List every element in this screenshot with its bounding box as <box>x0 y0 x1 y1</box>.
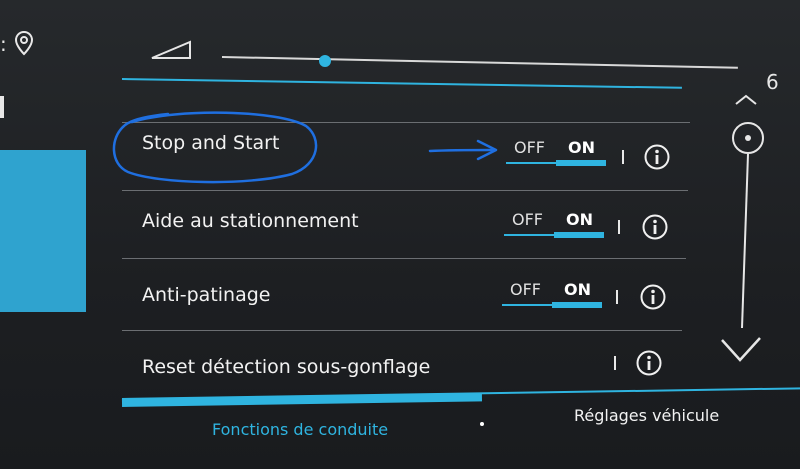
row-separator <box>122 258 686 259</box>
aide-au-stationnement-toggle[interactable]: OFF ON <box>504 210 608 240</box>
tab-reglages-vehicule[interactable]: Réglages véhicule <box>574 406 719 425</box>
row-divider-pipe <box>614 356 616 370</box>
row-divider-pipe <box>616 290 618 304</box>
reset-detection-sous-gonflage-label[interactable]: Reset détection sous-gonflage <box>142 356 430 378</box>
toggle-on-label[interactable]: ON <box>568 138 595 157</box>
anti-patinage-label: Anti-patinage <box>142 284 271 306</box>
volume-triangle-icon <box>151 40 191 59</box>
scrollbar[interactable] <box>716 92 776 392</box>
aide-au-stationnement-label: Aide au stationnement <box>142 210 359 232</box>
annotation-arrow-icon <box>428 139 498 161</box>
left-indicator-bar <box>0 96 4 118</box>
left-side-panel[interactable] <box>0 150 86 312</box>
volume-slider-knob[interactable] <box>319 55 332 67</box>
toggle-on-label[interactable]: ON <box>566 210 593 229</box>
toggle-fill <box>556 160 606 166</box>
toggle-off-label[interactable]: OFF <box>510 280 541 299</box>
toggle-fill <box>554 232 604 238</box>
annotation-circle <box>112 111 318 184</box>
row-separator <box>122 330 682 331</box>
colon-glyph: : <box>0 32 7 56</box>
toggle-fill <box>552 302 602 308</box>
row-divider-pipe <box>622 150 624 164</box>
list-top-divider <box>121 78 682 89</box>
toggle-off-label[interactable]: OFF <box>512 210 543 229</box>
left-status-area: : <box>0 28 40 58</box>
infotainment-screen: : 6 Stop and Start OFF ON Aide au statio… <box>0 0 800 469</box>
tab-dot <box>480 422 484 426</box>
stop-and-start-toggle[interactable]: OFF ON <box>506 138 610 168</box>
info-icon[interactable] <box>642 214 668 240</box>
anti-patinage-toggle[interactable]: OFF ON <box>502 280 606 310</box>
info-icon[interactable] <box>644 144 670 170</box>
info-icon[interactable] <box>640 284 666 310</box>
volume-slider-track[interactable] <box>221 56 738 69</box>
row-divider-pipe <box>618 220 620 234</box>
volume-value: 6 <box>766 70 779 94</box>
toggle-on-label[interactable]: ON <box>564 280 591 299</box>
row-separator <box>122 190 688 191</box>
tab-active-indicator <box>121 393 483 407</box>
tab-fonctions-de-conduite[interactable]: Fonctions de conduite <box>212 420 388 439</box>
toggle-off-label[interactable]: OFF <box>514 138 545 157</box>
info-icon[interactable] <box>636 350 662 376</box>
location-pin-icon[interactable] <box>14 30 34 56</box>
